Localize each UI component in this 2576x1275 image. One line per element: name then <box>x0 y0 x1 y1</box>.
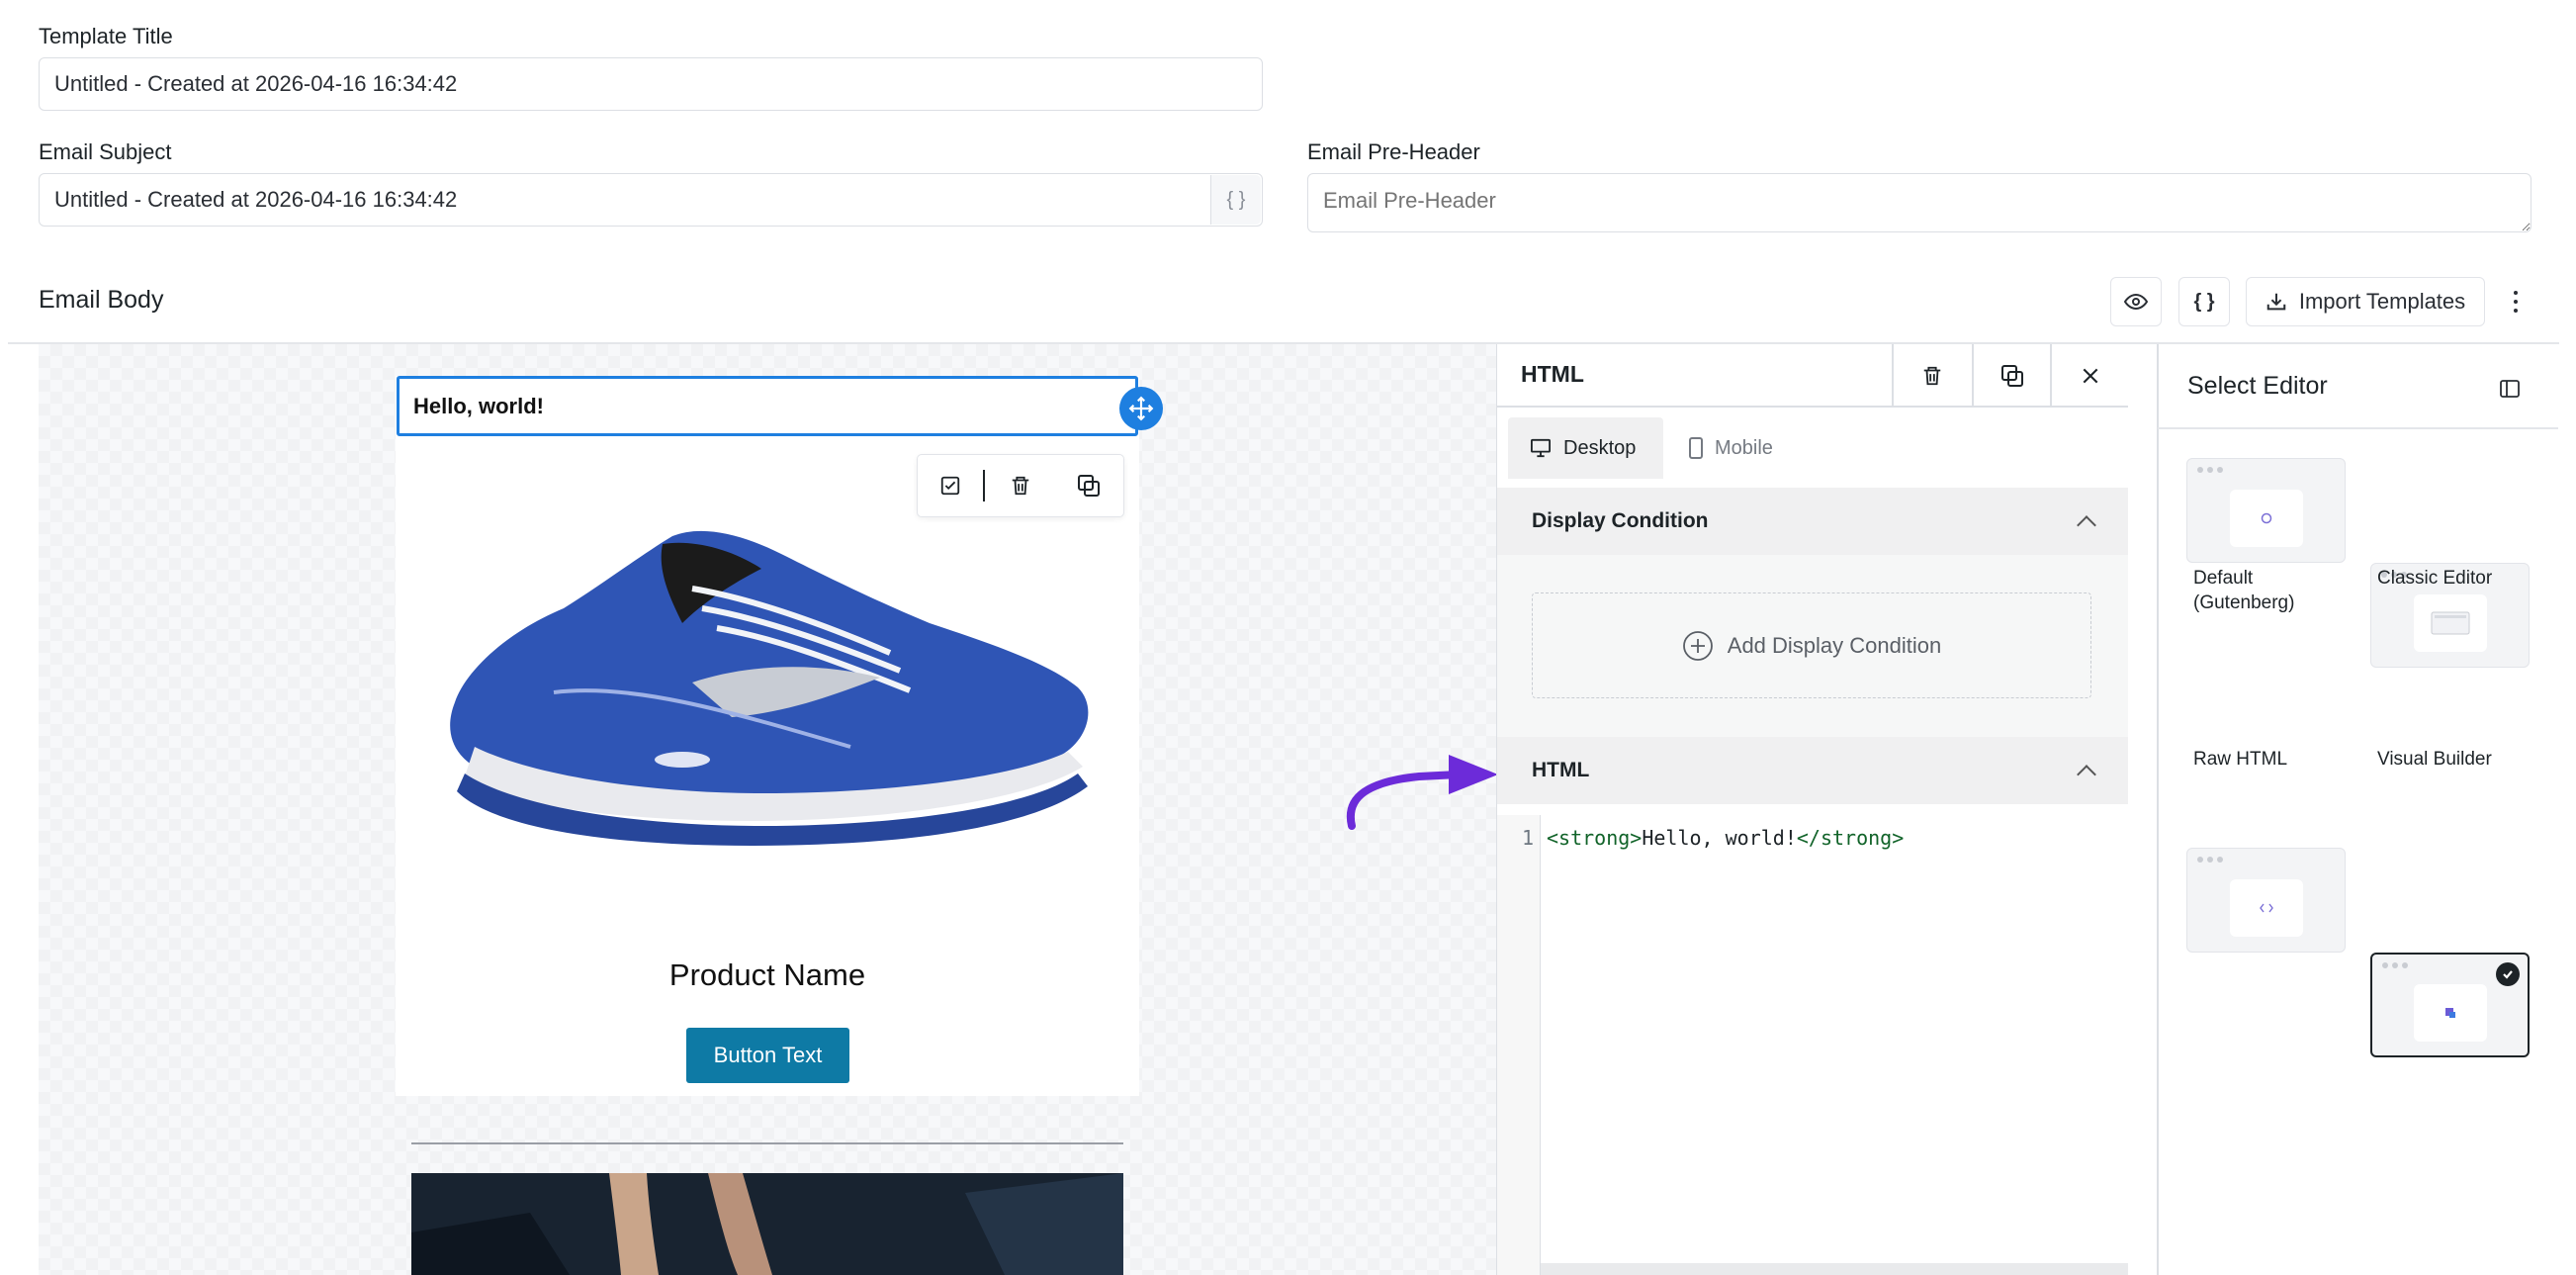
code-vars-button[interactable]: { } <box>2178 277 2230 326</box>
template-title-input[interactable]: Untitled - Created at 2026-04-16 16:34:4… <box>39 57 1263 111</box>
classic-editor-icon <box>2431 611 2469 635</box>
content-divider <box>411 1142 1123 1144</box>
code-scrollbar[interactable] <box>1541 1263 2128 1275</box>
preheader-input[interactable] <box>1307 173 2532 232</box>
trash-icon <box>1012 476 1028 496</box>
duplicate-block-button[interactable] <box>1056 455 1121 516</box>
annotation-arrow <box>1346 755 1498 830</box>
select-block-button[interactable] <box>918 455 983 516</box>
panel-duplicate-button[interactable] <box>1973 344 2052 407</box>
email-subject-label: Email Subject <box>39 139 172 164</box>
preheader-label: Email Pre-Header <box>1307 139 1480 164</box>
block-settings-panel <box>1496 344 2157 1275</box>
tab-desktop[interactable]: Desktop <box>1508 417 1663 479</box>
tab-desktop-label: Desktop <box>1563 436 1637 459</box>
move-handle[interactable] <box>1119 387 1163 430</box>
duplicate-icon <box>1077 475 1100 497</box>
delete-block-button[interactable] <box>985 455 1056 516</box>
preview-button[interactable] <box>2110 277 2162 326</box>
panel-title: HTML <box>1521 361 1584 387</box>
code-editor-line[interactable]: <strong>Hello, world!</strong> <box>1547 826 1904 850</box>
sidebar-header-divider <box>2158 427 2558 429</box>
code-close-tag: </strong> <box>1796 826 1905 850</box>
code-icon <box>2259 903 2273 913</box>
subject-variables-button[interactable]: { } <box>1210 175 1261 225</box>
html-section-header[interactable]: HTML <box>1497 737 2128 804</box>
sidebar-border <box>2157 344 2159 1275</box>
import-templates-label: Import Templates <box>2298 289 2466 314</box>
desktop-icon <box>1531 438 1551 458</box>
tab-mobile[interactable]: Mobile <box>1681 417 1810 479</box>
product-image <box>450 530 1089 846</box>
product-name: Product Name <box>668 957 866 992</box>
panel-close-button[interactable] <box>2051 344 2130 407</box>
html-section-title: HTML <box>1532 759 1590 781</box>
lower-image <box>411 1173 1123 1275</box>
tab-mobile-label: Mobile <box>1715 436 1773 459</box>
import-templates-button[interactable]: Import Templates <box>2246 277 2485 326</box>
eye-icon <box>2124 293 2148 311</box>
panel-delete-button[interactable] <box>1893 344 1972 407</box>
more-options-button[interactable] <box>2508 285 2524 319</box>
panel-header-bottom-border <box>1497 406 2128 408</box>
product-button[interactable]: Button Text <box>686 1028 849 1083</box>
gutenberg-icon <box>2261 513 2271 524</box>
editor-option-raw-html[interactable] <box>2186 848 2346 953</box>
add-display-condition-label: Add Display Condition <box>1727 632 1942 658</box>
display-condition-header[interactable]: Display Condition <box>1497 488 2128 555</box>
editor-option-classic-label: Classic Editor <box>2377 568 2493 589</box>
mobile-icon <box>1689 437 1703 459</box>
chevron-up-icon <box>2077 515 2096 535</box>
add-display-condition-button[interactable]: Add Display Condition <box>1532 592 2091 698</box>
code-gutter <box>1497 815 1541 1275</box>
code-content: Hello, world! <box>1642 826 1797 850</box>
html-block[interactable]: Hello, world! <box>397 376 1138 436</box>
move-icon <box>1128 396 1154 421</box>
block-toolbar <box>917 454 1124 517</box>
visual-builder-icon <box>2444 1008 2455 1019</box>
editor-option-gutenberg[interactable] <box>2186 458 2346 563</box>
checkbox-icon <box>940 476 960 496</box>
download-icon <box>2266 293 2286 311</box>
html-block-text: Hello, world! <box>413 393 544 418</box>
template-title-label: Template Title <box>39 24 173 48</box>
editor-option-visual-builder[interactable] <box>2370 953 2530 1057</box>
code-open-tag: <strong> <box>1547 826 1643 850</box>
trash-icon <box>1923 366 1941 385</box>
duplicate-icon <box>2001 364 2023 387</box>
editor-option-raw-html-label: Raw HTML <box>2193 749 2288 770</box>
email-body-title: Email Body <box>39 286 164 314</box>
line-number: 1 <box>1522 826 1535 850</box>
email-subject-input[interactable]: Untitled - Created at 2026-04-16 16:34:4… <box>39 173 1263 227</box>
editor-option-visual-builder-label: Visual Builder <box>2377 749 2492 770</box>
display-condition-title: Display Condition <box>1532 509 1709 532</box>
selected-check-icon <box>2496 962 2520 986</box>
chevron-up-icon <box>2077 765 2096 784</box>
close-icon <box>2083 368 2098 383</box>
select-editor-title: Select Editor <box>2187 372 2328 400</box>
editor-option-gutenberg-label: Default (Gutenberg) <box>2193 568 2295 613</box>
sidebar-toggle-icon[interactable] <box>2499 378 2521 400</box>
plus-circle-icon <box>1682 630 1713 661</box>
